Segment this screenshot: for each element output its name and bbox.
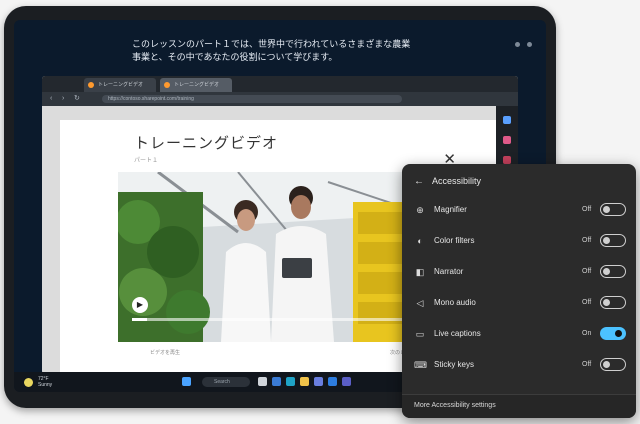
caption-line-1: このレッスンのパート１では、世界中で行われているさまざまな農業 — [132, 39, 411, 49]
toggle-knob — [603, 267, 610, 275]
toggle-knob — [603, 236, 610, 244]
row-state: Off — [582, 206, 592, 213]
live-captions-toggle[interactable] — [600, 327, 626, 340]
row-label: Narrator — [434, 267, 464, 276]
toggle-knob — [603, 360, 610, 368]
magnifier-toggle[interactable] — [600, 203, 626, 216]
row-state: Off — [582, 361, 592, 368]
shopping-icon[interactable] — [503, 136, 511, 144]
panel-footer[interactable]: More Accessibility settings — [402, 394, 636, 418]
widgets-icon[interactable] — [272, 377, 281, 386]
task-view-icon[interactable] — [258, 377, 267, 386]
accessibility-row-magnifier[interactable]: ⊕ Magnifier Off — [412, 196, 628, 226]
browser-tab-2[interactable]: トレーニングビデオ — [160, 78, 232, 92]
tab-favicon-icon — [164, 82, 170, 88]
toggle-knob — [615, 329, 622, 337]
tab-label: トレーニングビデオ — [174, 82, 220, 88]
narrator-toggle[interactable] — [600, 265, 626, 278]
browser-tab-1[interactable]: トレーニングビデオ — [84, 78, 156, 92]
row-state: Off — [582, 299, 592, 306]
tab-favicon-icon — [88, 82, 94, 88]
address-bar-row: ‹ › ↻ https://contoso.sharepoint.com/tra… — [42, 92, 518, 106]
tab-label: トレーニングビデオ — [98, 82, 144, 88]
back-arrow-icon[interactable]: ← — [414, 175, 430, 189]
color-filters-icon: ◐ — [417, 236, 423, 246]
row-state: Off — [582, 268, 592, 275]
row-state: Off — [582, 237, 592, 244]
forward-icon[interactable]: › — [62, 95, 70, 103]
address-input[interactable]: https://contoso.sharepoint.com/training — [102, 95, 402, 103]
explorer-icon[interactable] — [300, 377, 309, 386]
caption-dot-icon[interactable] — [515, 42, 520, 47]
mono-audio-toggle[interactable] — [600, 296, 626, 309]
accessibility-row-mono-audio[interactable]: ◁ Mono audio Off — [412, 289, 628, 319]
mail-icon[interactable] — [328, 377, 337, 386]
page-title: トレーニングビデオ — [134, 134, 279, 152]
video-progress-track[interactable] — [132, 318, 432, 321]
magnifier-icon: ⊕ — [416, 205, 424, 215]
more-accessibility-settings-link[interactable]: More Accessibility settings — [414, 402, 496, 409]
browser-tab-bar: トレーニングビデオ トレーニングビデオ — [42, 76, 518, 92]
back-icon[interactable]: ‹ — [50, 95, 58, 103]
accessibility-quick-settings-panel: ← Accessibility ⊕ Magnifier Off ◐ Color … — [402, 164, 636, 418]
page-subtitle: パート１ — [134, 158, 159, 164]
play-button[interactable]: ▶ — [132, 297, 148, 313]
weather-widget[interactable]: 72°F Sunny — [38, 376, 52, 388]
accessibility-row-live-captions[interactable]: ▭ Live captions On — [412, 320, 628, 350]
accessibility-row-sticky-keys[interactable]: ⌨ Sticky keys Off — [412, 351, 628, 381]
taskbar-search-input[interactable]: Search — [202, 377, 250, 387]
row-label: Magnifier — [434, 205, 467, 214]
caption-settings-icon[interactable] — [527, 42, 532, 47]
start-icon[interactable] — [182, 377, 191, 386]
accessibility-row-narrator[interactable]: ◧ Narrator Off — [412, 258, 628, 288]
refresh-icon[interactable]: ↻ — [74, 95, 82, 103]
left-caption[interactable]: ビデオを再生 — [150, 349, 180, 356]
accessibility-row-color-filters[interactable]: ◐ Color filters Off — [412, 227, 628, 257]
panel-header: ← Accessibility — [414, 174, 481, 188]
toggle-knob — [603, 298, 610, 306]
tools-icon[interactable] — [503, 156, 511, 164]
mono-audio-icon: ◁ — [416, 298, 424, 308]
row-label: Mono audio — [434, 298, 476, 307]
color-filters-toggle[interactable] — [600, 234, 626, 247]
sticky-keys-toggle[interactable] — [600, 358, 626, 371]
sticky-keys-icon: ⌨ — [414, 360, 427, 370]
weather-icon[interactable] — [24, 378, 33, 387]
video-progress-fill — [132, 318, 147, 321]
row-label: Color filters — [434, 236, 475, 245]
row-label: Sticky keys — [434, 360, 475, 369]
weather-condition: Sunny — [38, 382, 53, 388]
edge-icon[interactable] — [286, 377, 295, 386]
row-state: On — [582, 330, 592, 337]
toggle-knob — [603, 205, 610, 213]
store-icon[interactable] — [314, 377, 323, 386]
live-captions-icon: ▭ — [415, 329, 425, 339]
panel-title: Accessibility — [432, 176, 482, 186]
copilot-icon[interactable] — [503, 116, 511, 124]
live-caption-text: このレッスンのパート１では、世界中で行われているさまざまな農業 事業と、その中で… — [132, 38, 422, 64]
caption-line-2: 事業と、その中であなたの役割について学びます。 — [132, 52, 338, 62]
row-label: Live captions — [434, 329, 481, 338]
teams-icon[interactable] — [342, 377, 351, 386]
narrator-icon: ◧ — [415, 267, 425, 277]
